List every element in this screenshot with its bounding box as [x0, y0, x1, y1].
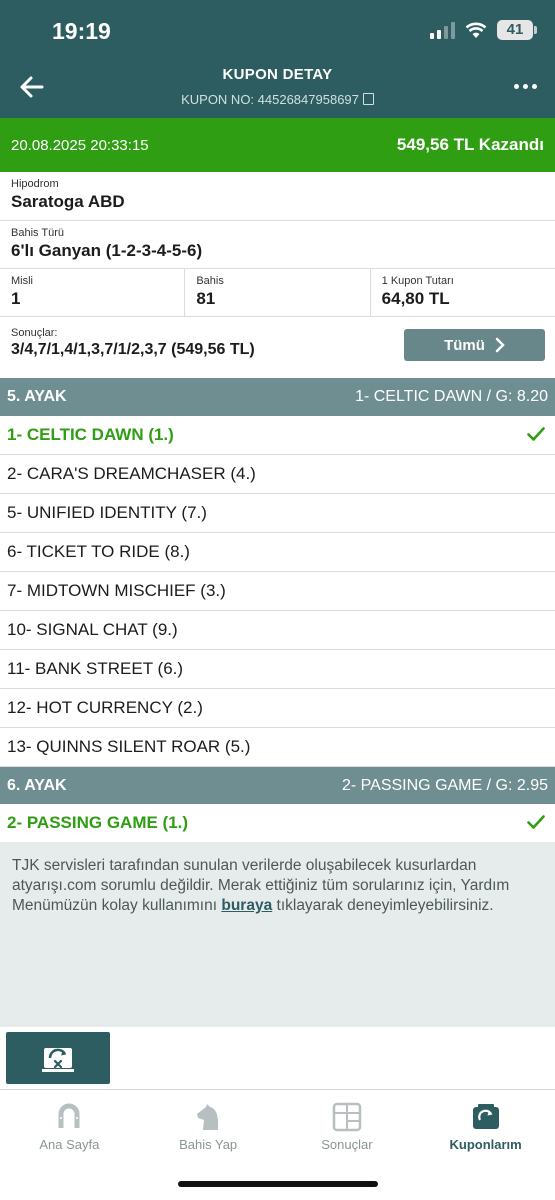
- bahis-label: Bahis: [196, 275, 224, 287]
- leg-result: 2- PASSING GAME / G: 2.95: [342, 777, 548, 794]
- leg-name: 6. AYAK: [7, 777, 67, 794]
- horseshoe-icon: [58, 1103, 80, 1128]
- win-bar: 20.08.2025 20:33:15 549,56 TL Kazandı: [0, 118, 555, 172]
- misli-cell: Misli 1: [0, 269, 186, 316]
- check-icon: [527, 427, 545, 441]
- leg-result: 1- CELTIC DAWN / G: 8.20: [355, 388, 548, 405]
- coupon-info: Hipodrom Saratoga ABD Bahis Türü 6'lı Ga…: [0, 172, 555, 375]
- horse-name: 6- TICKET TO RIDE (8.): [7, 542, 190, 561]
- horse-name: 13- QUINNS SILENT ROAR (5.): [7, 737, 251, 756]
- horse-name: 10- SIGNAL CHAT (9.): [7, 620, 178, 639]
- battery-icon: 41: [497, 20, 537, 40]
- tab-home[interactable]: Ana Sayfa: [0, 1090, 139, 1168]
- horse-row: 7- MIDTOWN MISCHIEF (3.): [0, 572, 555, 611]
- tab-coupons-label: Kuponlarım: [449, 1137, 522, 1152]
- wifi-icon: [465, 22, 487, 38]
- bet-type-value: 6'lı Ganyan (1-2-3-4-5-6): [11, 241, 203, 260]
- all-button-label: Tümü: [444, 336, 485, 354]
- disclaimer-text-end: tıklayarak deneyimleyebilirsiniz.: [272, 897, 494, 914]
- tab-coupons[interactable]: Kuponlarım: [416, 1090, 555, 1168]
- results-board-icon: [332, 1102, 362, 1132]
- tab-bet-label: Bahis Yap: [179, 1137, 238, 1152]
- horse-row: 6- TICKET TO RIDE (8.): [0, 533, 555, 572]
- copy-icon[interactable]: [362, 93, 374, 105]
- horse-name: 1- CELTIC DAWN (1.): [7, 425, 174, 444]
- horse-row: 13- QUINNS SILENT ROAR (5.): [0, 728, 555, 767]
- tab-results[interactable]: Sonuçlar: [278, 1090, 417, 1168]
- home-indicator[interactable]: [178, 1181, 378, 1187]
- horse-name: 7- MIDTOWN MISCHIEF (3.): [7, 581, 226, 600]
- misli-label: Misli: [11, 275, 33, 287]
- coupon-number: KUPON NO: 44526847958697: [0, 92, 555, 107]
- leg-name: 5. AYAK: [7, 388, 67, 405]
- horse-row: 2- CARA'S DREAMCHASER (4.): [0, 455, 555, 494]
- coupon-date: 20.08.2025 20:33:15: [11, 136, 149, 154]
- tab-bet[interactable]: Bahis Yap: [139, 1090, 278, 1168]
- horse-name: 2- PASSING GAME (1.): [7, 813, 189, 832]
- win-amount: 549,56 TL Kazandı: [396, 135, 544, 154]
- horse-row: 1- CELTIC DAWN (1.): [0, 416, 555, 455]
- app-header: 19:19 41 KUPON DETAY KUPON NO: 445268479…: [0, 0, 555, 118]
- hippodrome-label: Hipodrom: [11, 178, 59, 190]
- all-button[interactable]: Tümü: [404, 329, 545, 361]
- tab-results-label: Sonuçlar: [321, 1137, 373, 1152]
- check-icon: [527, 815, 545, 829]
- replay-coupon-button[interactable]: [6, 1032, 110, 1084]
- page-title: KUPON DETAY: [222, 66, 333, 83]
- horse-head-icon: [197, 1104, 219, 1130]
- coupon-number-text: KUPON NO: 44526847958697: [181, 92, 359, 107]
- chevron-right-icon: [495, 337, 505, 353]
- bet-type-label: Bahis Türü: [11, 227, 64, 239]
- horse-name: 5- UNIFIED IDENTITY (7.): [7, 503, 207, 522]
- tab-home-label: Ana Sayfa: [39, 1137, 100, 1152]
- more-menu-icon[interactable]: [514, 84, 537, 89]
- leg-header: 5. AYAK 1- CELTIC DAWN / G: 8.20: [0, 378, 555, 416]
- results-row: Sonuçlar: 3/4,7/1,4/1,3,7/1/2,3,7 (549,5…: [0, 317, 555, 375]
- horse-name: 2- CARA'S DREAMCHASER (4.): [7, 464, 256, 483]
- amount-label: 1 Kupon Tutarı: [381, 275, 454, 287]
- bottom-tab-bar: Ana Sayfa Bahis Yap Sonuçlar Kuponlarım: [0, 1090, 555, 1168]
- horse-row: 11- BANK STREET (6.): [0, 650, 555, 689]
- leg-header: 6. AYAK 2- PASSING GAME / G: 2.95: [0, 767, 555, 805]
- signal-icon: [430, 21, 455, 39]
- horse-row: 2- PASSING GAME (1.): [0, 804, 555, 843]
- horse-row: 12- HOT CURRENCY (2.): [0, 689, 555, 728]
- coupon-icon: [472, 1104, 499, 1129]
- horse-row: 5- UNIFIED IDENTITY (7.): [0, 494, 555, 533]
- horse-name: 11- BANK STREET (6.): [7, 659, 184, 678]
- status-icons: 41: [430, 20, 537, 40]
- help-link[interactable]: buraya: [221, 897, 272, 914]
- status-time: 19:19: [52, 18, 111, 44]
- horse-row: 10- SIGNAL CHAT (9.): [0, 611, 555, 650]
- hippodrome-value: Saratoga ABD: [11, 192, 125, 211]
- amount-cell: 1 Kupon Tutarı 64,80 TL: [371, 269, 555, 316]
- hippodrome-row: Hipodrom Saratoga ABD: [0, 172, 555, 221]
- bet-details-row: Misli 1 Bahis 81 1 Kupon Tutarı 64,80 TL: [0, 269, 555, 317]
- amount-value: 64,80 TL: [381, 289, 450, 308]
- horse-name: 12- HOT CURRENCY (2.): [7, 698, 203, 717]
- bet-type-row: Bahis Türü 6'lı Ganyan (1-2-3-4-5-6): [0, 221, 555, 269]
- bahis-cell: Bahis 81: [185, 269, 371, 316]
- misli-value: 1: [11, 289, 21, 308]
- disclaimer: TJK servisleri tarafından sunulan verile…: [0, 842, 555, 1027]
- bahis-value: 81: [196, 289, 216, 308]
- replay-coupon-icon: [42, 1048, 74, 1072]
